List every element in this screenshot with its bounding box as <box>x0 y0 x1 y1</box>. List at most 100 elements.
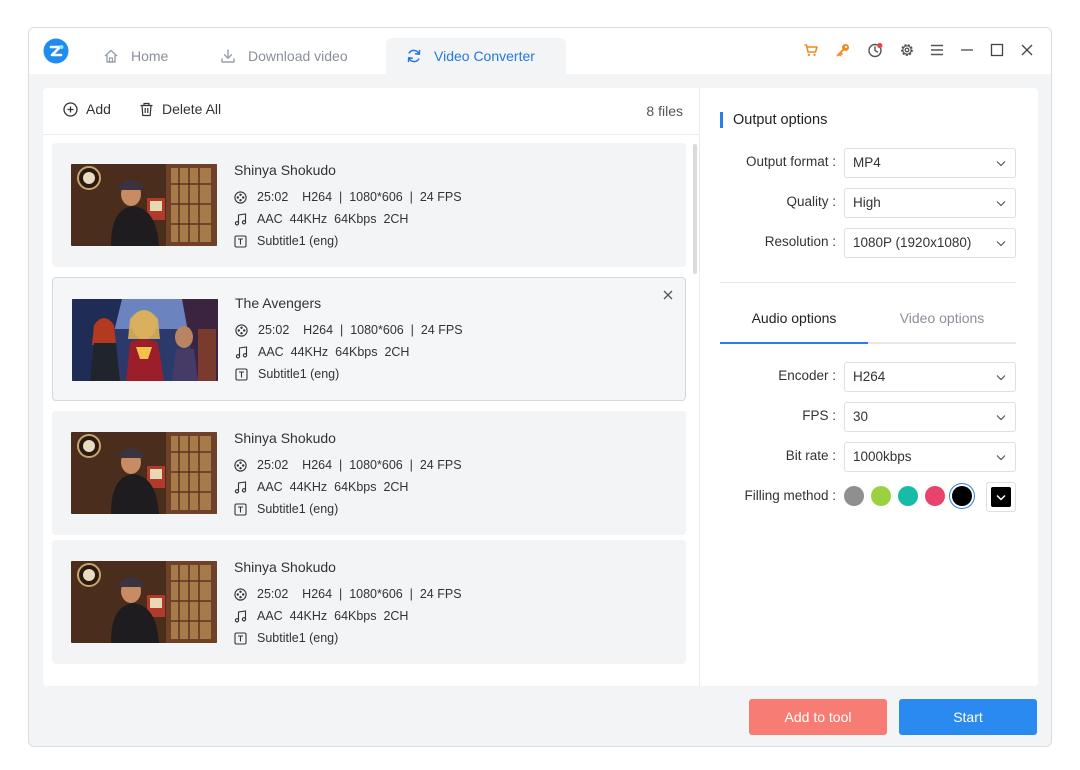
file-card[interactable]: Shinya Shokudo 25:02 H264 | 1080*606 | 2… <box>52 411 686 535</box>
encoder-row: Encoder : H264 <box>700 362 1038 392</box>
bitrate-label: Bit rate : <box>785 448 836 463</box>
audio-info-text: AAC 44KHz 64Kbps 2CH <box>257 212 409 226</box>
file-title: The Avengers <box>235 295 322 311</box>
film-reel-icon <box>235 323 248 337</box>
tab-audio-options[interactable]: Audio options <box>720 310 868 344</box>
subtitle-icon <box>234 502 247 516</box>
menu-icon[interactable] <box>928 41 946 59</box>
encoder-label: Encoder : <box>778 368 836 383</box>
chevron-down-icon <box>996 494 1006 501</box>
app-window: Home Download video Video Converter Add … <box>28 27 1052 747</box>
output-format-value: MP4 <box>853 155 881 170</box>
fill-color-swatch-pink[interactable] <box>925 486 945 506</box>
output-format-row: Output format : MP4 <box>700 148 1038 178</box>
video-info-text: 25:02 H264 | 1080*606 | 24 FPS <box>257 190 462 204</box>
custom-color-picker[interactable] <box>986 482 1016 512</box>
quality-select[interactable]: High <box>844 188 1016 218</box>
output-format-label: Output format : <box>745 154 836 169</box>
audio-info: AAC 44KHz 64Kbps 2CH <box>234 609 408 623</box>
music-note-icon <box>234 480 247 493</box>
add-to-tool-button[interactable]: Add to tool <box>749 699 887 735</box>
fps-select[interactable]: 30 <box>844 402 1016 432</box>
video-info: 25:02 H264 | 1080*606 | 24 FPS <box>234 587 462 601</box>
video-info-text: 25:02 H264 | 1080*606 | 24 FPS <box>257 587 462 601</box>
film-reel-icon <box>234 190 247 204</box>
subtitle-info: Subtitle1 (eng) <box>235 367 339 381</box>
start-button[interactable]: Start <box>899 699 1037 735</box>
file-list-scrollbar[interactable] <box>693 144 697 274</box>
subtitle-info: Subtitle1 (eng) <box>234 502 338 516</box>
options-subtabs: Audio options Video options <box>720 310 1016 344</box>
video-info-text: 25:02 H264 | 1080*606 | 24 FPS <box>258 323 463 337</box>
subtitle-icon <box>234 631 247 645</box>
file-toolbar: Add Delete All 8 files <box>43 88 699 135</box>
add-button[interactable]: Add <box>63 101 111 117</box>
fill-color-swatch-black[interactable] <box>952 486 972 506</box>
file-list: Shinya Shokudo 25:02 H264 | 1080*606 | 2… <box>43 134 699 686</box>
film-reel-icon <box>234 587 247 601</box>
subtitle-icon <box>234 234 247 248</box>
video-thumbnail <box>71 164 217 246</box>
tab-home[interactable]: Home <box>103 38 168 74</box>
fill-color-swatch-teal[interactable] <box>898 486 918 506</box>
fps-value: 30 <box>853 409 869 424</box>
filling-method-label: Filling method : <box>744 488 836 503</box>
audio-info-text: AAC 44KHz 64Kbps 2CH <box>258 345 410 359</box>
tab-home-label: Home <box>131 48 169 64</box>
subtitle-info-text: Subtitle1 (eng) <box>257 502 339 516</box>
chevron-down-icon <box>996 375 1006 381</box>
video-info: 25:02 H264 | 1080*606 | 24 FPS <box>234 458 462 472</box>
tab-video-converter[interactable]: Video Converter <box>386 38 566 74</box>
tab-video-options[interactable]: Video options <box>868 310 1016 342</box>
resolution-row: Resolution : 1080P (1920x1080) <box>700 228 1038 258</box>
resolution-select[interactable]: 1080P (1920x1080) <box>844 228 1016 258</box>
convert-refresh-icon <box>407 49 421 63</box>
subtitle-icon <box>235 367 248 381</box>
audio-info: AAC 44KHz 64Kbps 2CH <box>234 212 408 226</box>
subtitle-info: Subtitle1 (eng) <box>234 234 338 248</box>
add-circle-icon <box>63 101 78 117</box>
encoder-select[interactable]: H264 <box>844 362 1016 392</box>
bitrate-select[interactable]: 1000kbps <box>844 442 1016 472</box>
minimize-icon[interactable] <box>958 41 976 59</box>
video-thumbnail <box>72 299 218 381</box>
fill-color-swatch-green[interactable] <box>871 486 891 506</box>
chevron-down-icon <box>996 161 1006 167</box>
clock-icon[interactable] <box>866 41 884 59</box>
chevron-down-icon <box>996 455 1006 461</box>
remove-file-close-icon[interactable] <box>661 288 675 302</box>
file-list-panel: Add Delete All 8 files Shinya Shokudo 25… <box>43 88 699 686</box>
key-icon[interactable] <box>834 41 852 59</box>
file-count: 8 files <box>646 103 683 119</box>
custom-color-preview <box>991 487 1011 507</box>
app-logo-icon <box>43 38 69 64</box>
file-title: Shinya Shokudo <box>234 162 336 178</box>
output-format-select[interactable]: MP4 <box>844 148 1016 178</box>
bitrate-row: Bit rate : 1000kbps <box>700 442 1038 472</box>
encoder-value: H264 <box>853 369 886 384</box>
section-divider <box>720 282 1016 283</box>
fill-color-swatch-gray[interactable] <box>844 486 864 506</box>
video-thumbnail <box>71 561 217 643</box>
music-note-icon <box>235 345 248 358</box>
file-title: Shinya Shokudo <box>234 559 336 575</box>
file-card[interactable]: Shinya Shokudo 25:02 H264 | 1080*606 | 2… <box>52 540 686 664</box>
bitrate-value: 1000kbps <box>853 449 912 464</box>
file-card[interactable]: Shinya Shokudo 25:02 H264 | 1080*606 | 2… <box>52 143 686 267</box>
close-icon[interactable] <box>1018 41 1036 59</box>
subtitle-info-text: Subtitle1 (eng) <box>257 234 339 248</box>
music-note-icon <box>234 609 247 622</box>
gear-icon[interactable] <box>898 41 916 59</box>
music-note-icon <box>234 212 247 225</box>
file-card-selected[interactable]: The Avengers 25:02 H264 | 1080*606 | 24 … <box>52 277 686 401</box>
delete-all-button[interactable]: Delete All <box>139 101 221 117</box>
maximize-icon[interactable] <box>988 41 1006 59</box>
film-reel-icon <box>234 458 247 472</box>
tab-download-video[interactable]: Download video <box>220 38 348 74</box>
fps-row: FPS : 30 <box>700 402 1038 432</box>
cart-icon[interactable] <box>802 41 820 59</box>
home-icon <box>104 49 118 63</box>
add-label: Add <box>86 101 111 117</box>
audio-info: AAC 44KHz 64Kbps 2CH <box>234 480 408 494</box>
tab-download-label: Download video <box>248 48 348 64</box>
